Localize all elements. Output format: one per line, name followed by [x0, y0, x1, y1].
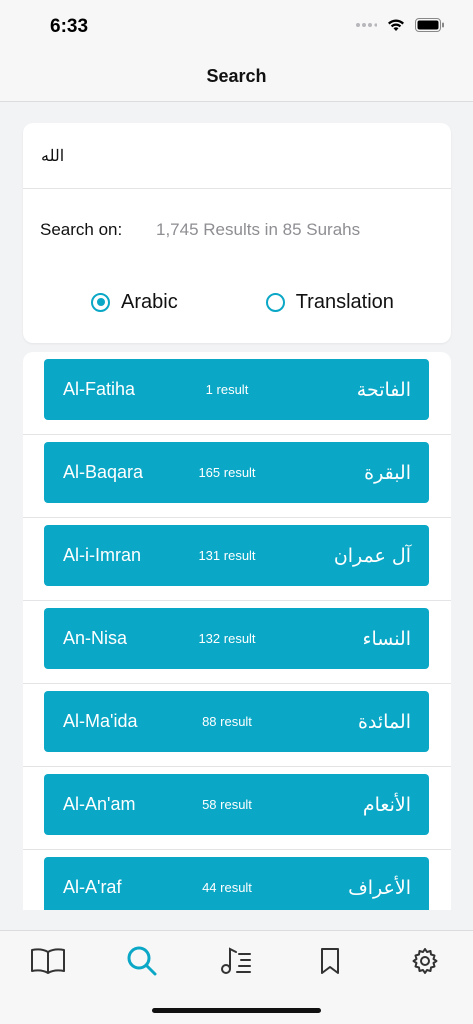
status-bar: 6:33 — [0, 0, 473, 52]
surah-arabic-name: البقرة — [364, 461, 411, 484]
result-count: 131 result — [198, 548, 256, 563]
surah-arabic-name: النساء — [362, 627, 411, 650]
surah-result-button[interactable]: An-Nisa 132 result النساء — [44, 608, 429, 669]
result-row: Al-Ma'ida 88 result المائدة — [23, 684, 451, 767]
search-mode-radio-group: Arabic Translation — [23, 271, 451, 333]
tab-bookmarks[interactable] — [308, 939, 352, 983]
surah-arabic-name: الفاتحة — [356, 378, 411, 401]
tab-read[interactable] — [26, 939, 70, 983]
result-count: 132 result — [198, 631, 256, 646]
status-time: 6:33 — [50, 16, 89, 37]
radio-option-translation[interactable]: Translation — [265, 290, 394, 314]
result-count: 88 result — [202, 714, 252, 729]
status-icons — [355, 18, 445, 32]
tab-audio[interactable] — [214, 939, 258, 983]
result-count: 1 result — [205, 382, 249, 397]
result-count: 165 result — [198, 465, 256, 480]
search-input[interactable]: الله — [23, 123, 451, 189]
results-summary: 1,745 Results in 85 Surahs — [156, 220, 361, 239]
surah-arabic-name: آل عمران — [333, 544, 411, 567]
surah-result-button[interactable]: Al-Baqara 165 result البقرة — [44, 442, 429, 503]
tab-settings[interactable] — [403, 939, 447, 983]
result-row: An-Nisa 132 result النساء — [23, 601, 451, 684]
result-count: 58 result — [202, 797, 252, 812]
radio-selected-icon — [91, 292, 110, 312]
radio-option-arabic[interactable]: Arabic — [91, 291, 178, 314]
page-title: Search — [206, 66, 267, 86]
radio-unselected-icon — [265, 292, 285, 312]
surah-arabic-name: الأنعام — [362, 793, 411, 816]
tab-search[interactable] — [120, 939, 164, 983]
surah-result-button[interactable]: Al-Ma'ida 88 result المائدة — [44, 691, 429, 752]
radio-label-arabic: Arabic — [121, 290, 178, 313]
radio-label-translation: Translation — [295, 290, 394, 313]
search-icon — [127, 946, 157, 976]
book-icon — [31, 948, 65, 974]
result-row: Al-Fatiha 1 result الفاتحة — [23, 352, 451, 435]
home-indicator — [152, 1008, 321, 1013]
search-on-label: Search on: — [40, 220, 123, 239]
search-card: الله Search on: 1,745 Results in 85 Sura… — [23, 123, 451, 343]
result-row: Al-i-Imran 131 result آل عمران — [23, 518, 451, 601]
result-row: Al-An'am 58 result الأنعام — [23, 767, 451, 850]
surah-arabic-name: الأعراف — [348, 876, 411, 899]
signal-icon — [356, 23, 377, 27]
gear-icon — [412, 948, 438, 974]
surah-result-button[interactable]: Al-i-Imran 131 result آل عمران — [44, 525, 429, 586]
result-row: Al-Baqara 165 result البقرة — [23, 435, 451, 518]
results-list[interactable]: Al-Fatiha 1 result الفاتحة Al-Baqara 165… — [23, 352, 451, 910]
bookmark-icon — [321, 948, 339, 974]
audio-playlist-icon — [221, 947, 251, 974]
wifi-icon — [388, 19, 404, 31]
battery-icon — [415, 18, 444, 32]
search-query-text: الله — [41, 147, 65, 165]
result-count: 44 result — [202, 880, 252, 895]
search-on-row: Search on: 1,745 Results in 85 Surahs — [23, 189, 451, 271]
surah-result-button[interactable]: Al-An'am 58 result الأنعام — [44, 774, 429, 835]
nav-bar: Search — [0, 52, 473, 102]
surah-arabic-name: المائدة — [357, 710, 411, 733]
surah-result-button[interactable]: Al-Fatiha 1 result الفاتحة — [44, 359, 429, 420]
surah-result-button[interactable]: Al-A'raf 44 result الأعراف — [44, 857, 429, 910]
result-row: Al-A'raf 44 result الأعراف — [23, 850, 451, 910]
